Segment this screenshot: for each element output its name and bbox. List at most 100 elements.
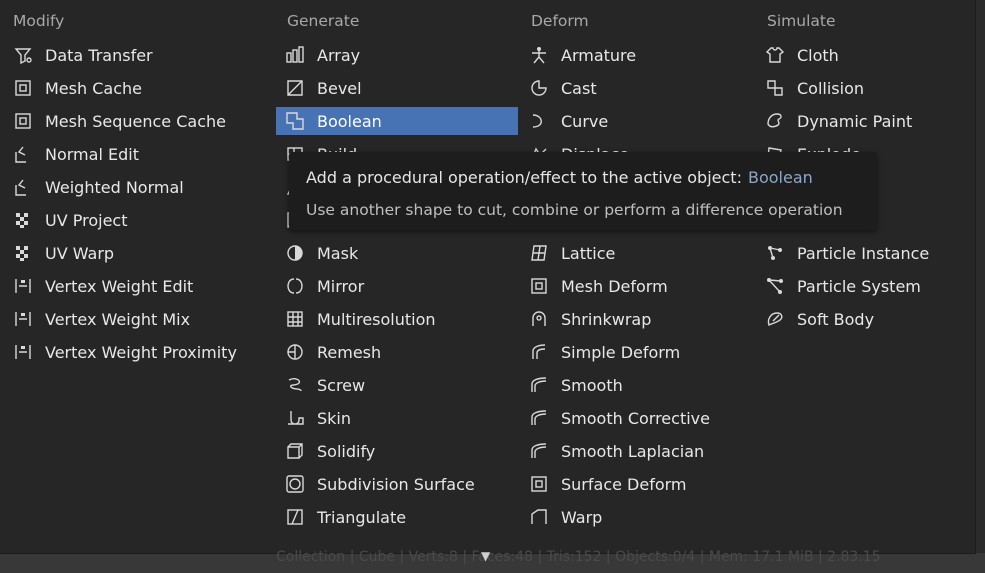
menu-item-solidify[interactable]: Solidify: [276, 437, 518, 465]
menu-item-label: Normal Edit: [45, 144, 139, 164]
menu-item-label: Collision: [797, 78, 865, 98]
menu-item-cloth[interactable]: Cloth: [756, 41, 966, 69]
menu-item-label: Smooth Laplacian: [561, 441, 705, 461]
menu-item-uv-project[interactable]: UV Project: [4, 206, 262, 234]
menu-item-label: Vertex Weight Edit: [45, 276, 194, 296]
menu-item-particle-instance[interactable]: Particle Instance: [756, 239, 966, 267]
menu-item-label: Weighted Normal: [45, 177, 184, 197]
tooltip-description: Use another shape to cut, combine or per…: [306, 201, 843, 219]
lattice-icon: [528, 242, 550, 264]
menu-item-shrinkwrap[interactable]: Shrinkwrap: [520, 305, 752, 333]
triangulate-icon: [284, 506, 306, 528]
menu-item-mirror[interactable]: Mirror: [276, 272, 518, 300]
multires-icon: [284, 308, 306, 330]
menu-item-label: Mask: [317, 243, 359, 263]
menu-item-vertex-weight-mix[interactable]: Vertex Weight Mix: [4, 305, 262, 333]
screw-icon: [284, 374, 306, 396]
menu-item-uv-warp[interactable]: UV Warp: [4, 239, 262, 267]
menu-item-surface-deform[interactable]: Surface Deform: [520, 470, 752, 498]
menu-item-smooth-corrective[interactable]: Smooth Corrective: [520, 404, 752, 432]
menu-item-label: Remesh: [317, 342, 382, 362]
menu-item-screw[interactable]: Screw: [276, 371, 518, 399]
menu-item-bevel[interactable]: Bevel: [276, 74, 518, 102]
menu-item-curve[interactable]: Curve: [520, 107, 752, 135]
menu-item-vertex-weight-proximity[interactable]: Vertex Weight Proximity: [4, 338, 262, 366]
menu-item-label: UV Warp: [45, 243, 115, 263]
mesh-cache-icon: [12, 77, 34, 99]
menu-item-label: Lattice: [561, 243, 616, 263]
menu-item-remesh[interactable]: Remesh: [276, 338, 518, 366]
mirror-icon: [284, 275, 306, 297]
particle-instance-icon: [764, 242, 786, 264]
bevel-icon: [284, 77, 306, 99]
curve-icon: [528, 110, 550, 132]
menu-item-label: Solidify: [317, 441, 376, 461]
menu-item-skin[interactable]: Skin: [276, 404, 518, 432]
menu-item-normal-edit[interactable]: Normal Edit: [4, 140, 262, 168]
tooltip-title: Add a procedural operation/effect to the…: [306, 168, 813, 187]
normal-edit-icon: [12, 176, 34, 198]
menu-item-cast[interactable]: Cast: [520, 74, 752, 102]
vertex-weight-icon: [12, 341, 34, 363]
menu-item-particle-system[interactable]: Particle System: [756, 272, 966, 300]
menu-item-label: Skin: [317, 408, 352, 428]
menu-item-label: Subdivision Surface: [317, 474, 475, 494]
menu-item-label: Mesh Deform: [561, 276, 668, 296]
menu-item-boolean[interactable]: Boolean: [276, 107, 518, 135]
menu-item-weighted-normal[interactable]: Weighted Normal: [4, 173, 262, 201]
menu-item-triangulate[interactable]: Triangulate: [276, 503, 518, 531]
menu-item-smooth[interactable]: Smooth: [520, 371, 752, 399]
menu-item-label: Multiresolution: [317, 309, 436, 329]
uv-icon: [12, 242, 34, 264]
column-header-deform: Deform: [531, 12, 589, 30]
menu-item-armature[interactable]: Armature: [520, 41, 752, 69]
scroll-down-indicator[interactable]: ▼: [481, 549, 490, 563]
menu-item-label: Vertex Weight Mix: [45, 309, 191, 329]
menu-item-label: UV Project: [45, 210, 128, 230]
cloth-icon: [764, 44, 786, 66]
dynamic-paint-icon: [764, 110, 786, 132]
simple-deform-icon: [528, 341, 550, 363]
smooth-icon: [528, 374, 550, 396]
column-header-simulate: Simulate: [767, 12, 836, 30]
shrinkwrap-icon: [528, 308, 550, 330]
menu-item-subdivision-surface[interactable]: Subdivision Surface: [276, 470, 518, 498]
menu-item-data-transfer[interactable]: Data Transfer: [4, 41, 262, 69]
menu-item-lattice[interactable]: Lattice: [520, 239, 752, 267]
menu-item-label: Particle System: [797, 276, 921, 296]
menu-item-label: Bevel: [317, 78, 362, 98]
menu-item-mesh-cache[interactable]: Mesh Cache: [4, 74, 262, 102]
smooth-icon: [528, 407, 550, 429]
menu-item-label: Smooth Corrective: [561, 408, 710, 428]
menu-item-collision[interactable]: Collision: [756, 74, 966, 102]
menu-item-label: Triangulate: [317, 507, 407, 527]
mesh-deform-icon: [528, 275, 550, 297]
menu-item-mask[interactable]: Mask: [276, 239, 518, 267]
solidify-icon: [284, 440, 306, 462]
menu-item-array[interactable]: Array: [276, 41, 518, 69]
menu-item-label: Mesh Cache: [45, 78, 142, 98]
menu-item-label: Vertex Weight Proximity: [45, 342, 237, 362]
mesh-cache-icon: [12, 110, 34, 132]
menu-item-label: Screw: [317, 375, 366, 395]
collision-icon: [764, 77, 786, 99]
menu-item-label: Curve: [561, 111, 609, 131]
cast-icon: [528, 77, 550, 99]
menu-item-mesh-sequence-cache[interactable]: Mesh Sequence Cache: [4, 107, 262, 135]
menu-item-label: Particle Instance: [797, 243, 930, 263]
menu-item-warp[interactable]: Warp: [520, 503, 752, 531]
menu-item-smooth-laplacian[interactable]: Smooth Laplacian: [520, 437, 752, 465]
menu-item-label: Mesh Sequence Cache: [45, 111, 226, 131]
menu-item-mesh-deform[interactable]: Mesh Deform: [520, 272, 752, 300]
menu-item-simple-deform[interactable]: Simple Deform: [520, 338, 752, 366]
menu-item-vertex-weight-edit[interactable]: Vertex Weight Edit: [4, 272, 262, 300]
remesh-icon: [284, 341, 306, 363]
tooltip: Add a procedural operation/effect to the…: [289, 152, 877, 230]
vertex-weight-icon: [12, 275, 34, 297]
boolean-icon: [284, 110, 306, 132]
soft-body-icon: [764, 308, 786, 330]
menu-item-soft-body[interactable]: Soft Body: [756, 305, 966, 333]
normal-edit-icon: [12, 143, 34, 165]
menu-item-multiresolution[interactable]: Multiresolution: [276, 305, 518, 333]
menu-item-dynamic-paint[interactable]: Dynamic Paint: [756, 107, 966, 135]
